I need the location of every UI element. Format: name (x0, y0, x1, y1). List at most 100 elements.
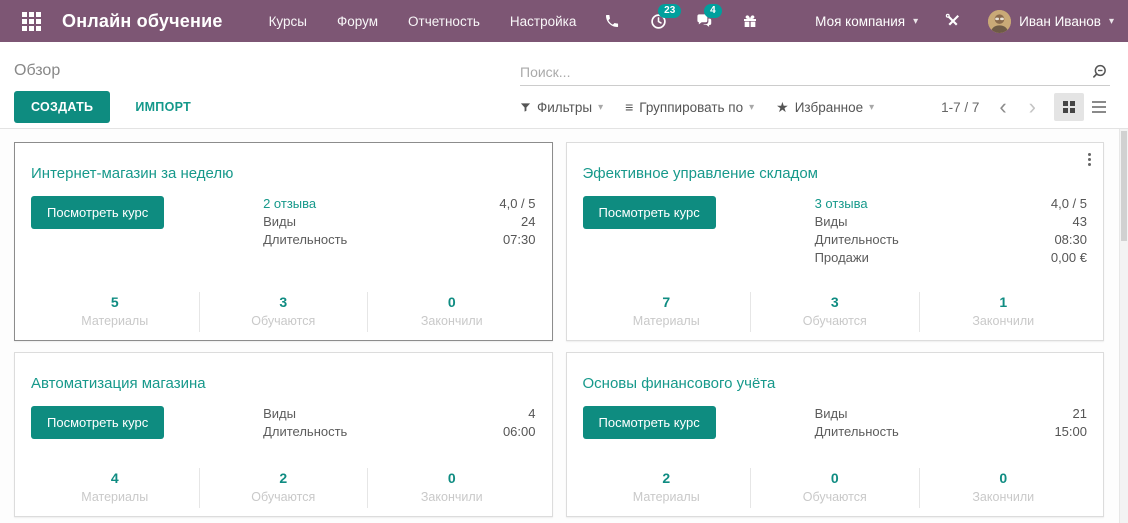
avatar (988, 9, 1012, 33)
stat-finished: 1 Закончили (918, 292, 1088, 332)
activities-badge: 23 (658, 4, 682, 18)
app-title: Онлайн обучение (62, 10, 223, 31)
chevron-down-icon: ▾ (869, 101, 875, 113)
view-course-button[interactable]: Посмотреть курс (31, 406, 165, 439)
menu-forum[interactable]: Форум (337, 14, 378, 29)
info-row-duration: Длительность 07:30 (263, 232, 536, 247)
reviews-link[interactable]: 2 отзыва (263, 196, 316, 211)
kanban-content: Интернет-магазин за неделю Посмотреть ку… (0, 129, 1128, 523)
menu-reporting[interactable]: Отчетность (408, 14, 480, 29)
tools-icon[interactable] (942, 11, 964, 31)
list-view-icon (1092, 101, 1106, 103)
control-panel: Обзор СОЗДАТЬ ИМПОРТ Фильтры ▾ ≡ Группир (0, 42, 1128, 129)
company-switcher[interactable]: Моя компания ▾ (815, 14, 918, 29)
course-info: 3 отзыва 4,0 / 5 Виды 43 Длительность 08… (815, 196, 1087, 265)
view-course-button[interactable]: Посмотреть курс (582, 196, 716, 229)
info-row-views: Виды 43 (814, 214, 1087, 229)
stat-attendees: 3 Обучаются (198, 292, 368, 332)
menu-courses[interactable]: Курсы (269, 14, 307, 29)
view-course-button[interactable]: Посмотреть курс (582, 406, 716, 439)
course-stats: 2 Материалы 0 Обучаются 0 Закончили (583, 458, 1088, 516)
course-card[interactable]: Интернет-магазин за неделю Посмотреть ку… (14, 142, 553, 341)
company-name: Моя компания (815, 13, 906, 29)
groupby-dropdown[interactable]: ≡ Группировать по ▾ (625, 99, 754, 115)
pager-range: 1-7 / 7 (941, 99, 980, 115)
course-title[interactable]: Эфективное управление складом (583, 165, 1088, 182)
chevron-down-icon: ▾ (749, 101, 755, 113)
stat-materials: 5 Материалы (81, 294, 149, 328)
kanban-view-icon (1063, 101, 1068, 106)
gift-icon[interactable] (739, 11, 761, 31)
course-title[interactable]: Автоматизация магазина (31, 375, 536, 392)
info-row-views: Виды 4 (263, 406, 536, 421)
info-row-duration: Длительность 15:00 (814, 424, 1087, 439)
search-input[interactable] (520, 64, 1092, 80)
course-card[interactable]: Эфективное управление складом Посмотреть… (565, 142, 1104, 341)
main-menu: Курсы Форум Отчетность Настройка (269, 14, 577, 29)
star-icon: ★ (776, 98, 789, 115)
pager-prev-icon[interactable]: ‹ (997, 96, 1008, 118)
info-row-reviews: 2 отзыва 4,0 / 5 (263, 196, 535, 211)
course-stats: 5 Материалы 3 Обучаются 0 Закончили (31, 282, 536, 340)
create-button[interactable]: СОЗДАТЬ (14, 91, 111, 123)
import-button[interactable]: ИМПОРТ (120, 91, 206, 123)
user-name: Иван Иванов (1019, 13, 1101, 29)
view-course-button[interactable]: Посмотреть курс (31, 196, 165, 229)
activities-icon[interactable]: 23 (647, 4, 682, 31)
groupby-icon: ≡ (625, 99, 634, 115)
stat-attendees: 0 Обучаются (750, 468, 919, 508)
course-title[interactable]: Интернет-магазин за неделю (31, 165, 536, 182)
filters-label: Фильтры (537, 99, 593, 115)
search-box (520, 63, 1110, 86)
search-icon[interactable] (1092, 63, 1110, 81)
reviews-link[interactable]: 3 отзыва (815, 196, 868, 211)
chevron-down-icon: ▾ (598, 101, 604, 113)
stat-finished: 0 Закончили (918, 468, 1088, 508)
course-info: Виды 21 Длительность 15:00 (815, 406, 1087, 439)
kebab-menu-icon[interactable] (1088, 153, 1091, 156)
info-row-views: Виды 24 (263, 214, 536, 229)
filter-funnel-icon (520, 102, 531, 113)
search-options: Фильтры ▾ ≡ Группировать по ▾ ★ Избранно… (520, 93, 1114, 121)
stat-materials: 4 Материалы (81, 470, 149, 504)
view-switcher (1054, 93, 1114, 121)
course-stats: 4 Материалы 2 Обучаются 0 Закончили (31, 458, 536, 516)
phone-icon[interactable] (601, 11, 623, 31)
stat-materials: 7 Материалы (632, 294, 700, 328)
vertical-scrollbar[interactable] (1119, 129, 1128, 523)
favorites-dropdown[interactable]: ★ Избранное ▾ (776, 99, 874, 116)
info-row-sales: Продажи 0,00 € (814, 250, 1087, 265)
course-card[interactable]: Автоматизация магазина Посмотреть курс В… (14, 352, 553, 517)
stat-attendees: 3 Обучаются (750, 292, 919, 332)
course-card[interactable]: Основы финансового учёта Посмотреть курс… (565, 352, 1104, 517)
pager-next-icon[interactable]: › (1027, 96, 1038, 118)
apps-grid-icon[interactable] (14, 4, 48, 38)
user-menu[interactable]: Иван Иванов ▾ (988, 9, 1114, 33)
menu-settings[interactable]: Настройка (510, 14, 576, 29)
messages-icon[interactable]: 4 (693, 4, 722, 31)
info-row-views: Виды 21 (814, 406, 1087, 421)
filters-dropdown[interactable]: Фильтры ▾ (520, 100, 603, 115)
rating-value: 4,0 / 5 (499, 196, 536, 211)
course-info: 2 отзыва 4,0 / 5 Виды 24 Длительность 07… (263, 196, 535, 247)
course-info: Виды 4 Длительность 06:00 (263, 406, 535, 439)
course-stats: 7 Материалы 3 Обучаются 1 Закончили (583, 282, 1088, 340)
kanban-view-button[interactable] (1054, 93, 1084, 121)
stat-attendees: 2 Обучаются (198, 468, 368, 508)
systray: 23 4 Моя компания ▾ Иван Иванов ▾ (601, 4, 1114, 33)
stat-finished: 0 Закончили (367, 468, 536, 508)
info-row-reviews: 3 отзыва 4,0 / 5 (815, 196, 1087, 211)
stat-materials: 2 Материалы (632, 470, 700, 504)
info-row-duration: Длительность 08:30 (814, 232, 1087, 247)
messages-badge: 4 (704, 4, 722, 18)
chevron-down-icon: ▾ (913, 15, 919, 27)
list-view-button[interactable] (1084, 93, 1114, 121)
course-title[interactable]: Основы финансового учёта (583, 375, 1088, 392)
scrollbar-thumb[interactable] (1121, 131, 1127, 241)
kanban-grid: Интернет-магазин за неделю Посмотреть ку… (14, 142, 1104, 517)
chevron-down-icon: ▾ (1108, 15, 1114, 27)
rating-value: 4,0 / 5 (1050, 196, 1087, 211)
pager: 1-7 / 7 ‹ › (941, 96, 1038, 118)
breadcrumb[interactable]: Обзор (14, 62, 520, 86)
stat-finished: 0 Закончили (367, 292, 536, 332)
